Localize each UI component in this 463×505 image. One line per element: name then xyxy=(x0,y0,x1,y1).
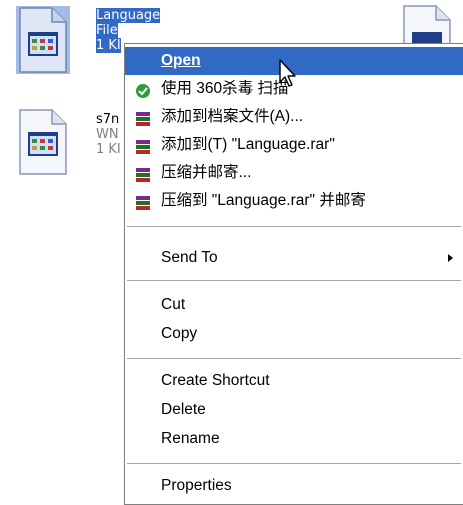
menu-separator xyxy=(127,280,461,281)
file-name: s7n xyxy=(96,112,120,127)
winrar-books-icon xyxy=(135,137,151,154)
text-document-icon xyxy=(403,5,451,44)
menu-item-copy[interactable]: Copy xyxy=(125,320,463,348)
file-size: 1 KI xyxy=(96,142,121,157)
menu-item-label: Create Shortcut xyxy=(161,372,270,389)
file-icon-language[interactable] xyxy=(16,6,70,74)
winrar-books-icon xyxy=(135,165,151,182)
menu-item-label: Open xyxy=(161,52,201,69)
menu-item-label: Cut xyxy=(161,296,186,313)
menu-item-label: Properties xyxy=(161,477,232,494)
menu-item-label: 添加到档案文件(A)... xyxy=(161,108,304,125)
file-label-s7n[interactable]: s7n WN 1 KI xyxy=(96,112,121,157)
menu-item-label: Copy xyxy=(161,325,198,342)
menu-item-label: Rename xyxy=(161,430,220,447)
file-size: 1 KI xyxy=(96,38,121,53)
file-icon-s7n[interactable] xyxy=(16,108,70,176)
menu-item-cut[interactable]: Cut xyxy=(125,291,463,319)
menu-item-properties[interactable]: Properties xyxy=(125,472,463,500)
menu-separator xyxy=(127,358,461,359)
text-document-icon xyxy=(19,109,67,175)
menu-item-label: 压缩到 "Language.rar" 并邮寄 xyxy=(161,192,366,209)
menu-separator xyxy=(127,226,461,227)
winrar-books-icon xyxy=(135,109,151,126)
menu-item-label: Delete xyxy=(161,401,206,418)
menu-item-add-archive[interactable]: 添加到档案文件(A)... xyxy=(125,103,463,131)
menu-item-compress-rar-mail[interactable]: 压缩到 "Language.rar" 并邮寄 xyxy=(125,187,463,215)
menu-item-delete[interactable]: Delete xyxy=(125,396,463,424)
submenu-arrow-icon xyxy=(448,254,453,262)
file-type: File xyxy=(96,23,118,38)
context-menu: Open 使用 360杀毒 扫描 添加到档案文件(A)... 添加到(T) "L… xyxy=(124,43,463,505)
text-document-icon xyxy=(16,6,70,74)
menu-item-send-to[interactable]: Send To xyxy=(125,244,463,272)
shield-icon xyxy=(135,81,151,98)
menu-item-create-shortcut[interactable]: Create Shortcut xyxy=(125,367,463,395)
menu-item-compress-mail[interactable]: 压缩并邮寄... xyxy=(125,159,463,187)
menu-item-rename[interactable]: Rename xyxy=(125,425,463,453)
winrar-books-icon xyxy=(135,193,151,210)
menu-item-label: 使用 360杀毒 扫描 xyxy=(161,80,289,97)
menu-item-label: 压缩并邮寄... xyxy=(161,164,252,181)
file-type: WN xyxy=(96,127,119,142)
menu-item-add-to-rar[interactable]: 添加到(T) "Language.rar" xyxy=(125,131,463,159)
file-name: Language xyxy=(96,8,161,23)
mouse-pointer-icon xyxy=(278,58,300,88)
menu-item-label: 添加到(T) "Language.rar" xyxy=(161,136,335,153)
menu-separator xyxy=(127,463,461,464)
menu-item-label: Send To xyxy=(161,249,218,266)
